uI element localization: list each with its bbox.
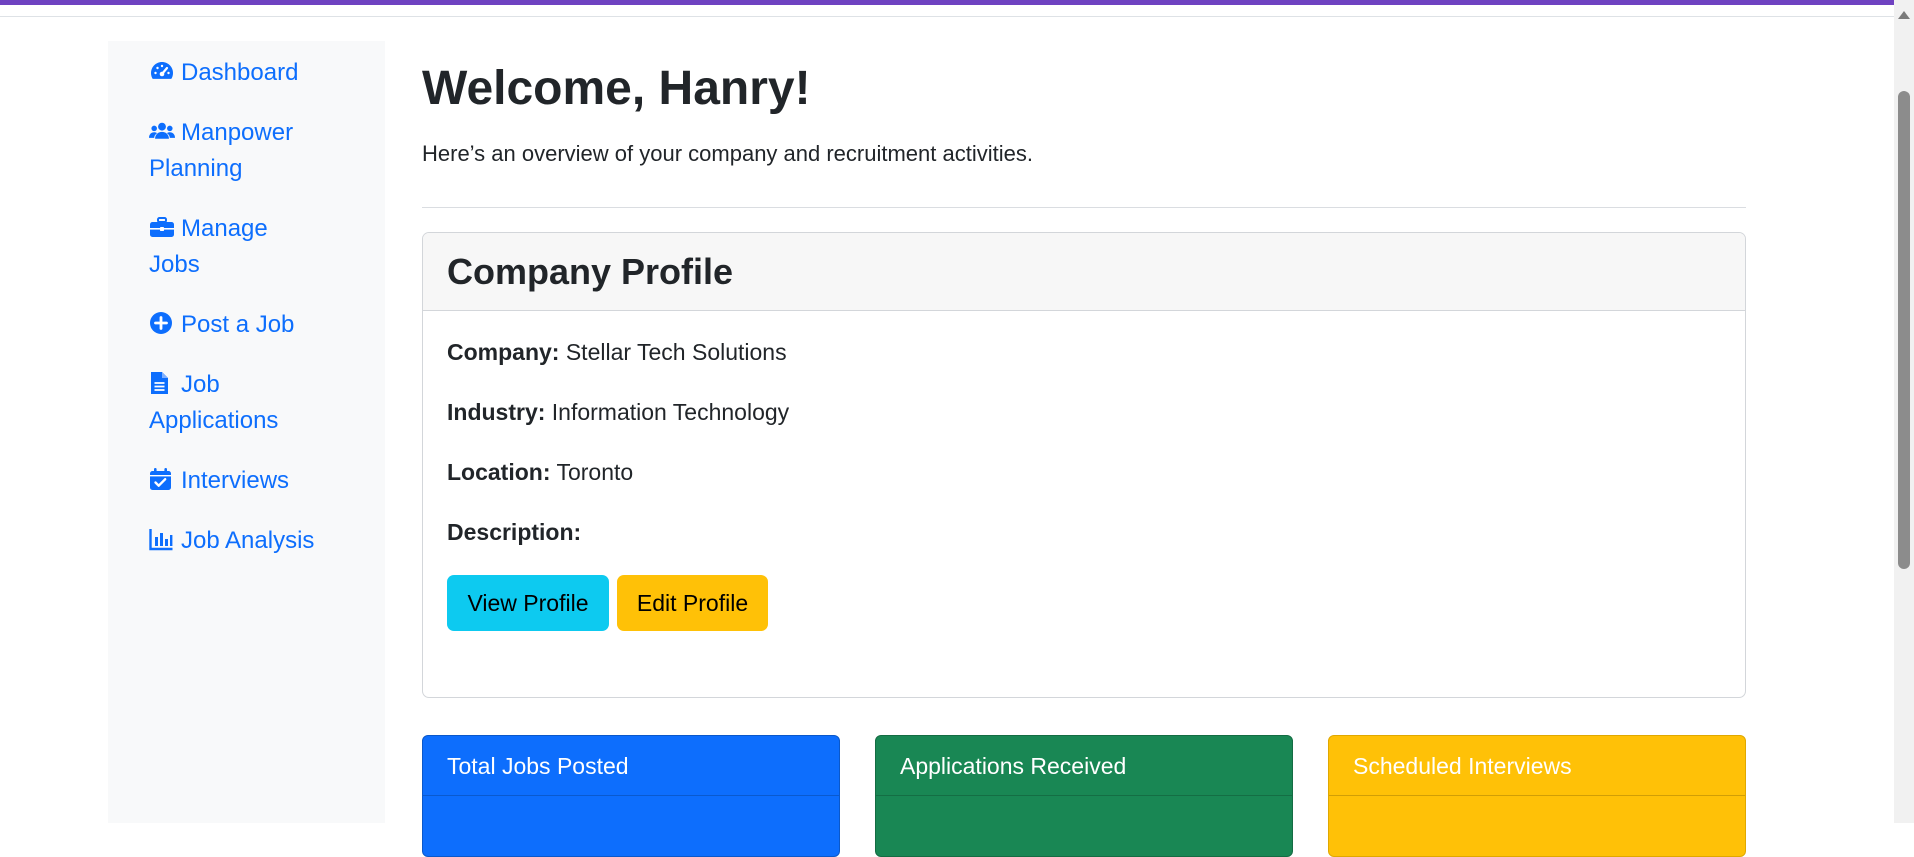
sidebar-item-job-analysis[interactable]: Job Analysis [149,523,349,559]
sidebar-item-label-line-2: Planning [149,155,243,182]
company-label: Company: [447,339,560,365]
file-icon [149,370,177,394]
sidebar-item-manage-jobs[interactable]: Manage Jobs [149,211,349,283]
location-field: Location: Toronto [447,457,633,487]
industry-field: Industry: Information Technology [447,397,789,427]
scrollbar-thumb[interactable] [1898,91,1910,569]
sidebar-item-post-a-job[interactable]: Post a Job [149,307,349,343]
header-divider [0,16,1894,17]
sidebar-item-manpower-planning[interactable]: Manpower Planning [149,115,349,187]
sidebar-item-label: Job [181,371,220,398]
industry-value: Information Technology [551,399,790,425]
sidebar-item-label-line-2: Applications [149,407,279,434]
company-profile-card: Company Profile Company: Stellar Tech So… [422,232,1746,698]
company-value: Stellar Tech Solutions [565,339,787,365]
sidebar-item-label: Post a Job [181,311,295,338]
stat-card-title: Total Jobs Posted [423,736,839,796]
company-profile-header: Company Profile [423,233,1745,311]
top-accent-bar [0,0,1914,5]
location-label: Location: [447,459,551,485]
edit-profile-button[interactable]: Edit Profile [617,575,768,631]
calendar-check-icon [149,466,177,490]
sidebar-item-label: Manpower [181,119,294,146]
sidebar-item-dashboard[interactable]: Dashboard [149,55,349,91]
stat-card-title: Scheduled Interviews [1329,736,1745,796]
sidebar-item-label: Manage [181,215,268,242]
page-title: Welcome, Hanry! [422,62,811,115]
plus-circle-icon [149,310,177,334]
view-profile-button[interactable]: View Profile [447,575,609,631]
stat-card-title: Applications Received [876,736,1292,796]
sidebar-item-interviews[interactable]: Interviews [149,463,349,499]
industry-label: Industry: [447,399,546,425]
briefcase-icon [149,214,177,238]
stat-card-total-jobs: Total Jobs Posted [422,735,840,857]
scroll-up-arrow-icon[interactable] [1898,11,1910,19]
sidebar-item-label: Interviews [181,467,290,494]
users-icon [149,118,177,142]
chart-bar-icon [149,526,177,551]
vertical-scrollbar[interactable] [1894,0,1914,823]
gauge-icon [149,58,177,82]
sidebar-item-label: Dashboard [181,59,299,86]
company-profile-title: Company Profile [447,251,734,292]
location-value: Toronto [556,459,634,485]
description-label: Description: [447,519,582,545]
sidebar: Dashboard Manpower Planning Manage Jobs … [108,41,385,823]
sidebar-item-label: Job Analysis [181,527,315,554]
stat-card-applications: Applications Received [875,735,1293,857]
sidebar-item-job-applications[interactable]: Job Applications [149,367,349,439]
page-subtitle: Here’s an overview of your company and r… [422,141,1033,166]
stat-card-interviews: Scheduled Interviews [1328,735,1746,857]
sidebar-item-label-line-2: Jobs [149,251,200,278]
description-field: Description: [447,517,581,547]
section-divider [422,207,1746,208]
company-field: Company: Stellar Tech Solutions [447,337,787,367]
